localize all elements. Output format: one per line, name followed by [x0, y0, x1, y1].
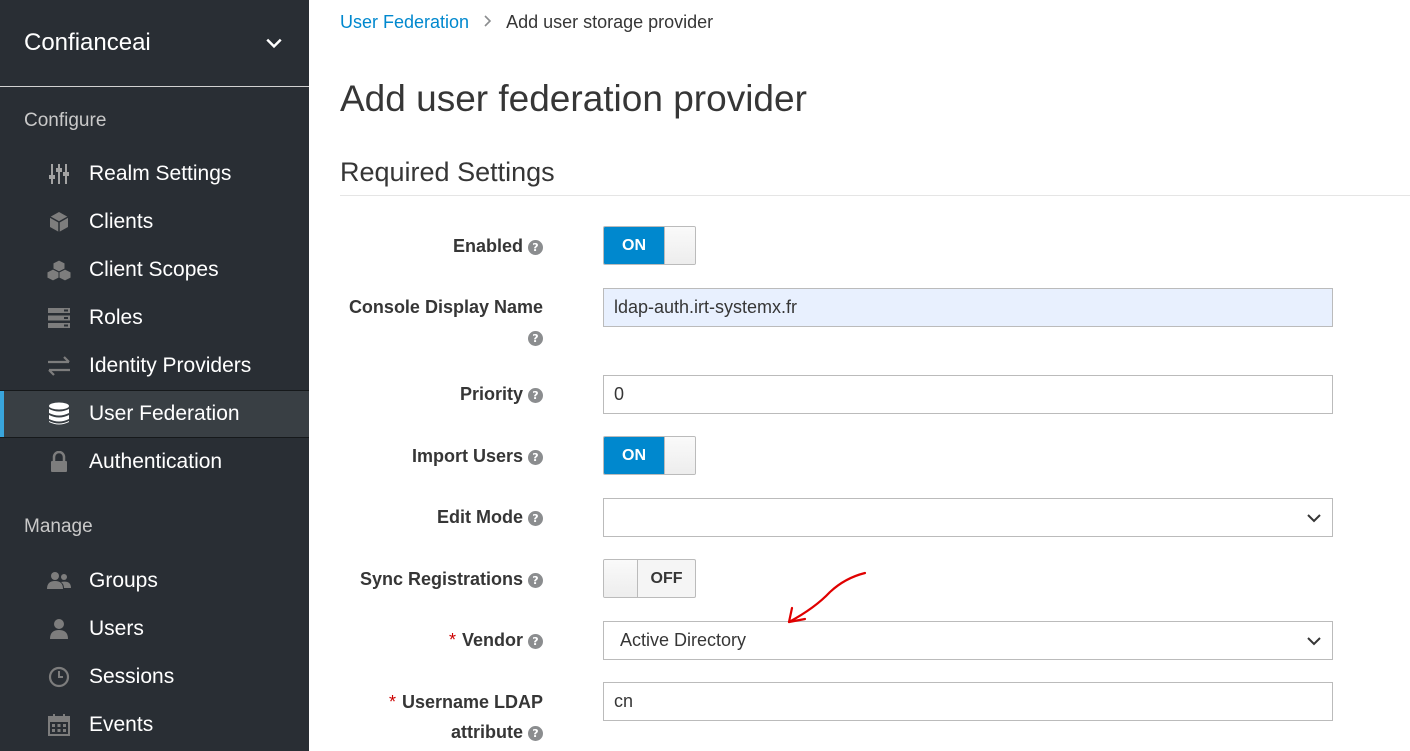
chevron-down-icon [1307, 513, 1321, 522]
help-icon[interactable]: ? [528, 388, 543, 403]
edit-mode-select[interactable] [603, 498, 1333, 537]
section-heading: Required Settings [340, 157, 555, 187]
import-users-label: Import Users? [412, 441, 543, 471]
help-icon[interactable]: ? [528, 573, 543, 588]
help-icon[interactable]: ? [528, 634, 543, 649]
breadcrumb: User Federation Add user storage provide… [340, 12, 713, 33]
sync-registrations-label-text: Sync Registrations [359, 569, 523, 589]
edit-mode-label-text: Edit Mode [437, 507, 523, 527]
breadcrumb-link-user-federation[interactable]: User Federation [340, 12, 469, 33]
clock-icon [46, 664, 72, 690]
manage-nav: Groups Users Sessions Events [0, 557, 309, 749]
sidebar-item-users[interactable]: Users [0, 605, 309, 653]
priority-value: 0 [614, 384, 625, 404]
console-display-name-value: ldap-auth.irt-systemx.fr [614, 297, 798, 317]
required-asterisk: * [388, 692, 396, 712]
sidebar-item-events[interactable]: Events [0, 701, 309, 749]
sidebar-item-label: Identity Providers [89, 354, 252, 377]
help-icon[interactable]: ? [528, 511, 543, 526]
sidebar-item-label: Realm Settings [89, 162, 232, 185]
toggle-knob [604, 560, 638, 597]
toggle-on-label: ON [604, 227, 664, 264]
username-ldap-attribute-label: * Username LDAP attribute? [389, 687, 543, 747]
sidebar-item-label: Events [89, 713, 154, 736]
import-users-label-text: Import Users [411, 446, 523, 466]
vendor-select[interactable]: Active Directory [603, 621, 1333, 660]
toggle-off-label: OFF [650, 569, 683, 587]
page-title: Add user federation provider [340, 78, 807, 119]
lock-icon [46, 449, 72, 475]
help-icon[interactable]: ? [528, 726, 543, 741]
sidebar-item-label: Clients [89, 210, 154, 233]
exchange-icon [46, 353, 72, 379]
sync-registrations-label: Sync Registrations? [360, 564, 543, 594]
configure-nav: Realm Settings Clients Client Scopes Rol… [0, 150, 309, 486]
console-display-name-label-text: Console Display Name [348, 297, 543, 317]
realm-name: Confianceai [24, 29, 151, 56]
help-icon[interactable]: ? [528, 240, 543, 255]
priority-label-text: Priority [459, 384, 523, 404]
sidebar-item-groups[interactable]: Groups [0, 557, 309, 605]
sidebar-item-label: User Federation [89, 402, 240, 425]
sidebar-item-realm-settings[interactable]: Realm Settings [0, 150, 309, 198]
sidebar-item-identity-providers[interactable]: Identity Providers [0, 342, 309, 390]
sidebar-item-label: Sessions [89, 665, 175, 688]
database-icon [46, 401, 72, 427]
toggle-knob [664, 437, 695, 474]
vendor-value: Active Directory [620, 630, 747, 650]
main-content: User Federation Add user storage provide… [309, 0, 1410, 751]
cube-icon [46, 209, 72, 235]
sidebar-item-sessions[interactable]: Sessions [0, 653, 309, 701]
section-manage: Manage [24, 516, 93, 537]
required-asterisk: * [448, 630, 456, 650]
sidebar-item-client-scopes[interactable]: Client Scopes [0, 246, 309, 294]
section-divider [340, 195, 1410, 196]
sidebar: Confianceai Configure Realm Settings Cli… [0, 0, 309, 751]
chevron-down-icon [266, 38, 282, 49]
chevron-right-icon [483, 14, 492, 32]
sidebar-item-label: Users [89, 617, 144, 640]
console-display-name-label: Console Display Name? [349, 292, 543, 352]
chevron-down-icon [1307, 636, 1321, 645]
user-icon [46, 616, 72, 642]
vendor-label-text: Vendor [461, 630, 523, 650]
enabled-toggle[interactable]: ON [603, 226, 696, 265]
server-icon [46, 305, 72, 331]
enabled-label-text: Enabled [452, 236, 523, 256]
priority-input[interactable]: 0 [603, 375, 1333, 414]
sidebar-item-user-federation[interactable]: User Federation [0, 390, 309, 438]
help-icon[interactable]: ? [528, 450, 543, 465]
username-ldap-attribute-input[interactable]: cn [603, 682, 1333, 721]
toggle-on-label: ON [604, 437, 664, 474]
sync-registrations-toggle[interactable]: OFF [603, 559, 696, 598]
breadcrumb-current: Add user storage provider [506, 12, 714, 32]
toggle-knob [664, 227, 695, 264]
sidebar-item-label: Authentication [89, 450, 223, 473]
sidebar-item-authentication[interactable]: Authentication [0, 438, 309, 486]
calendar-icon [46, 712, 72, 738]
username-ldap-label-line2: attribute [451, 722, 523, 742]
username-ldap-attribute-value: cn [614, 691, 634, 711]
enabled-label: Enabled? [453, 231, 543, 261]
sidebar-item-roles[interactable]: Roles [0, 294, 309, 342]
priority-label: Priority? [460, 379, 543, 409]
edit-mode-label: Edit Mode? [437, 502, 543, 532]
sliders-icon [46, 161, 72, 187]
section-configure: Configure [24, 110, 107, 131]
username-ldap-label-line1: Username LDAP [401, 692, 543, 712]
sidebar-item-label: Groups [89, 569, 158, 592]
users-icon [46, 568, 72, 594]
realm-selector[interactable]: Confianceai [0, 0, 309, 87]
sidebar-item-label: Client Scopes [89, 258, 219, 281]
import-users-toggle[interactable]: ON [603, 436, 696, 475]
help-icon[interactable]: ? [528, 331, 543, 346]
console-display-name-input[interactable]: ldap-auth.irt-systemx.fr [603, 288, 1333, 327]
sidebar-item-clients[interactable]: Clients [0, 198, 309, 246]
sidebar-item-label: Roles [89, 306, 143, 329]
vendor-label: * Vendor? [449, 625, 543, 655]
cubes-icon [46, 257, 72, 283]
